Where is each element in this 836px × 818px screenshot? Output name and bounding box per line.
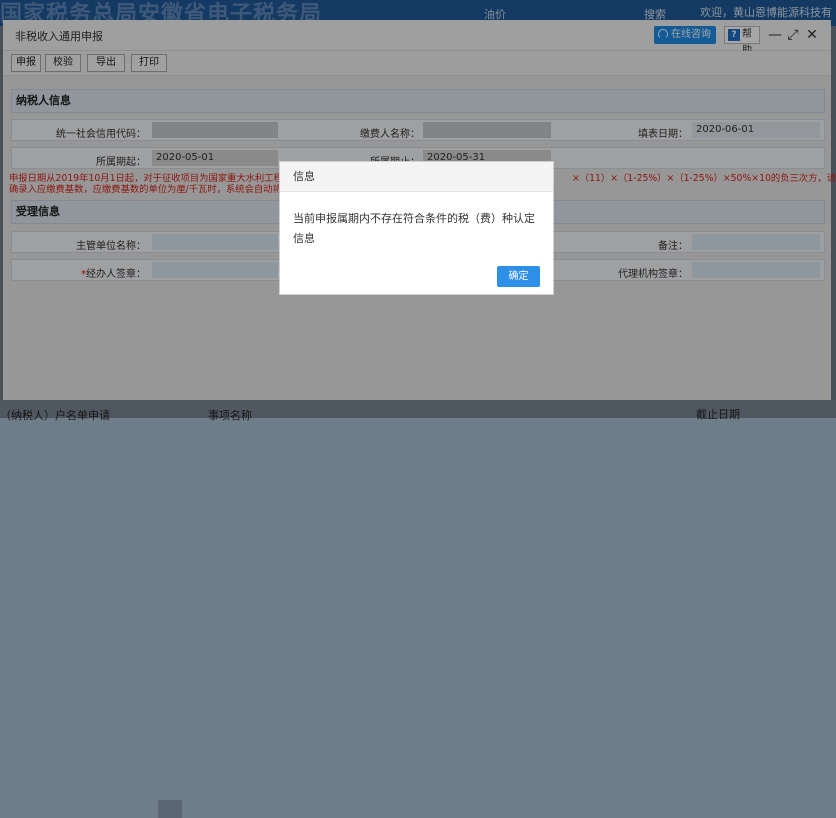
dialog-message: 当前申报属期内不存在符合条件的税（费）种认定信息 <box>293 212 535 245</box>
dialog-title: 信息 <box>280 162 553 192</box>
background-column-divider <box>158 800 182 818</box>
info-dialog: 信息 当前申报属期内不存在符合条件的税（费）种认定信息 确定 <box>279 161 554 295</box>
confirm-button[interactable]: 确定 <box>497 266 540 287</box>
